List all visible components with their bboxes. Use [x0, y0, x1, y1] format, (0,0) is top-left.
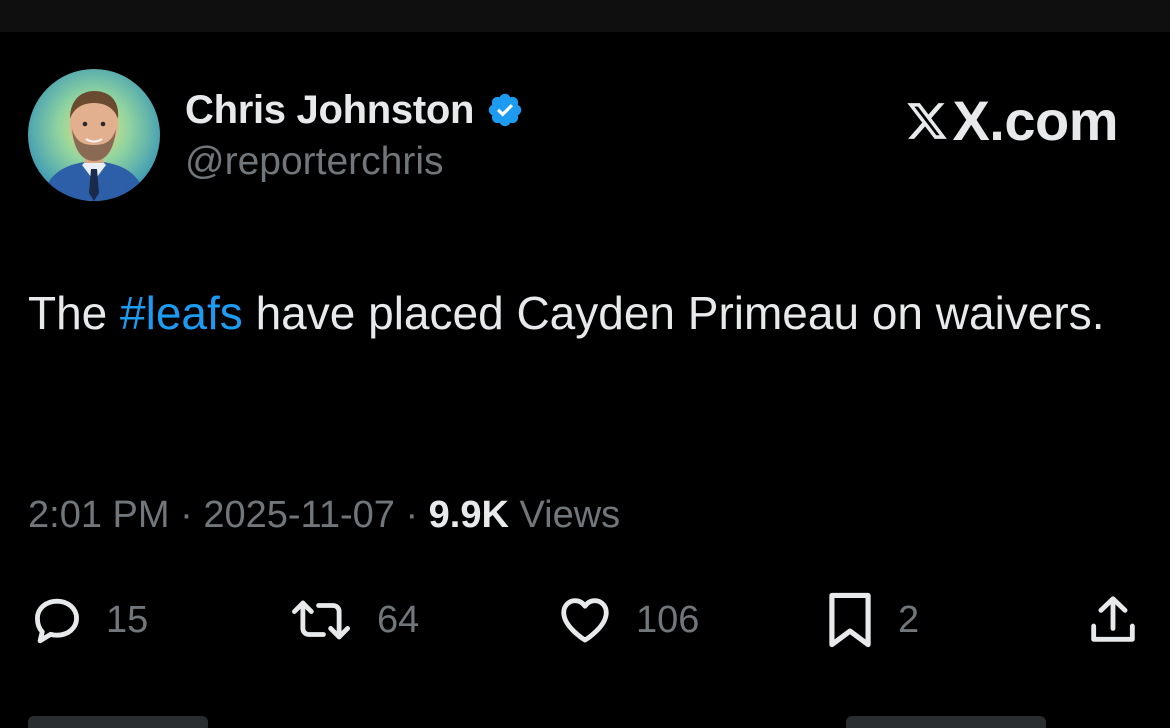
reply-count: 15: [106, 598, 149, 641]
meta-separator: ·: [405, 494, 419, 536]
bookmark-count: 2: [898, 598, 920, 641]
cut-off-element: [28, 716, 208, 728]
tweet-text-before: The: [28, 287, 121, 339]
share-button[interactable]: [1084, 590, 1142, 650]
repost-button[interactable]: 64: [285, 590, 419, 650]
like-button[interactable]: 106: [554, 590, 699, 650]
tweet-text: The #leafs have placed Cayden Primeau on…: [28, 278, 1128, 348]
views-count: 9.9K: [428, 494, 509, 536]
brand-text: X.com: [952, 89, 1118, 152]
tweet-text-after: have placed Cayden Primeau on waivers.: [242, 287, 1105, 339]
tweet-date[interactable]: 2025-11-07: [203, 494, 395, 536]
verified-badge-icon: [488, 93, 522, 127]
meta-separator: ·: [180, 494, 193, 536]
author-handle[interactable]: @reporterchris: [185, 140, 444, 184]
repost-count: 64: [377, 598, 420, 641]
hashtag-link[interactable]: #leafs: [120, 287, 243, 339]
avatar-photo: [28, 69, 160, 201]
views-label: Views: [519, 494, 621, 536]
tweet-meta: 2:01 PM · 2025-11-07 · 9.9K Views: [28, 494, 620, 537]
author-display-name[interactable]: Chris Johnston: [185, 88, 474, 133]
cut-off-row: [0, 712, 1170, 728]
heart-icon: [561, 598, 609, 643]
brand-watermark: X.com: [904, 88, 1118, 153]
x-logo-icon: [907, 102, 948, 139]
reply-icon: [35, 598, 79, 644]
bookmark-button[interactable]: 2: [822, 590, 919, 650]
author-name-row[interactable]: Chris Johnston: [185, 84, 524, 136]
tweet-time[interactable]: 2:01 PM: [28, 494, 170, 536]
avatar[interactable]: [28, 69, 160, 201]
cut-off-element: [846, 716, 1046, 728]
bookmark-icon: [829, 592, 871, 648]
like-count: 106: [636, 598, 700, 641]
repost-icon: [292, 600, 351, 640]
top-strip: [0, 0, 1170, 32]
reply-button[interactable]: 15: [28, 590, 148, 650]
share-icon: [1091, 596, 1135, 642]
